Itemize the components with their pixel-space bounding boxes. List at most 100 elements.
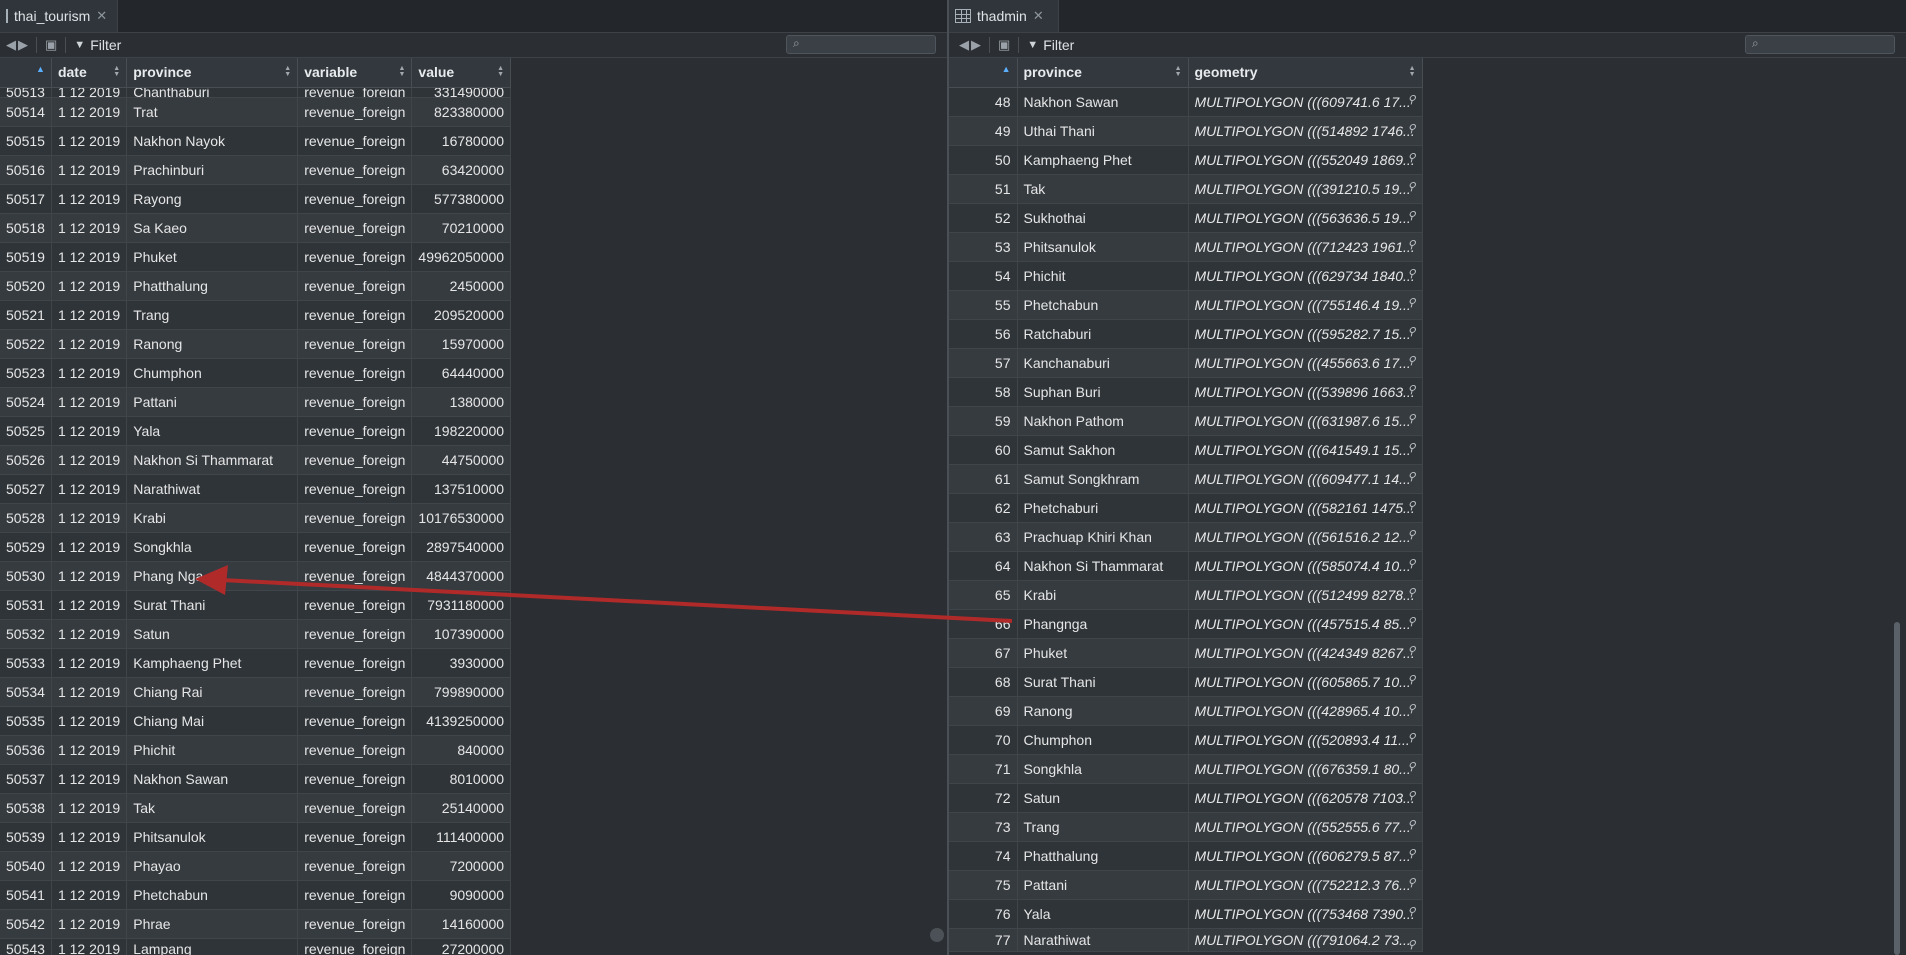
row-number[interactable]: 50541 [0,880,52,910]
province-cell[interactable]: Pattani [1017,870,1189,900]
table-row[interactable]: 74 Phatthalung MULTIPOLYGON (((606279.5 87… [949,841,1423,871]
column-header-date[interactable]: date ▲ ▼ [51,58,128,88]
table-row[interactable]: 67 Phuket MULTIPOLYGON (((424349 8267... ⚲ [949,638,1423,668]
geometry-cell[interactable]: MULTIPOLYGON (((609741.6 17... ⚲ [1188,87,1423,117]
province-cell[interactable]: Chumphon [126,358,299,388]
row-number[interactable]: 58 [949,377,1018,407]
row-number[interactable]: 48 [949,87,1018,117]
province-cell[interactable]: Satun [126,619,299,649]
province-cell[interactable]: Yala [126,416,299,446]
magnify-icon[interactable]: ⚲ [1407,412,1415,425]
geometry-cell[interactable]: MULTIPOLYGON (((755146.4 19... ⚲ [1188,290,1423,320]
row-number[interactable]: 55 [949,290,1018,320]
row-number[interactable]: 50524 [0,387,52,417]
province-cell[interactable]: Pattani [126,387,299,417]
province-cell[interactable]: Suphan Buri [1017,377,1189,407]
value-cell[interactable]: 840000 [411,735,512,765]
magnify-icon[interactable]: ⚲ [1407,93,1415,106]
table-row[interactable]: 52 Sukhothai MULTIPOLYGON (((563636.5 19..… [949,203,1423,233]
magnify-icon[interactable]: ⚲ [1407,847,1415,860]
table-row[interactable]: 48 Nakhon Sawan MULTIPOLYGON (((609741.6 1… [949,87,1423,117]
magnify-icon[interactable]: ⚲ [1407,818,1415,831]
province-cell[interactable]: Phangnga [1017,609,1189,639]
magnify-icon[interactable]: ⚲ [1407,702,1415,715]
value-cell[interactable]: 3930000 [411,648,512,678]
date-cell[interactable]: 1 12 2019 [51,155,128,185]
value-cell[interactable]: 799890000 [411,677,512,707]
forward-icon[interactable]: ▶ [18,37,28,53]
row-number[interactable]: 65 [949,580,1018,610]
value-cell[interactable]: 44750000 [411,445,512,475]
magnify-icon[interactable]: ⚲ [1407,238,1415,251]
variable-cell[interactable]: revenue_foreign [297,677,413,707]
geometry-cell[interactable]: MULTIPOLYGON (((753468 7390... ⚲ [1188,899,1423,929]
table-row[interactable]: 50541 1 12 2019 Phetchabun revenue_foreign 9… [0,880,512,910]
magnify-icon[interactable]: ⚲ [1407,615,1415,628]
province-cell[interactable]: Surat Thani [1017,667,1189,697]
geometry-cell[interactable]: MULTIPOLYGON (((605865.7 10... ⚲ [1188,667,1423,697]
close-icon[interactable]: ✕ [1033,8,1044,24]
column-header-geometry[interactable]: geometry ▲ ▼ [1188,58,1423,88]
row-number[interactable]: 73 [949,812,1018,842]
table-row[interactable]: 50525 1 12 2019 Yala revenue_foreign 1982200… [0,416,512,446]
row-number[interactable]: 69 [949,696,1018,726]
table-row[interactable]: 50527 1 12 2019 Narathiwat revenue_foreign 1… [0,474,512,504]
row-number[interactable]: 77 [949,928,1018,952]
date-cell[interactable]: 1 12 2019 [51,503,128,533]
table-row[interactable]: 50534 1 12 2019 Chiang Rai revenue_foreign 7… [0,677,512,707]
date-cell[interactable]: 1 12 2019 [51,126,128,156]
province-cell[interactable]: Narathiwat [1017,928,1189,952]
province-cell[interactable]: Phichit [126,735,299,765]
value-cell[interactable]: 4844370000 [411,561,512,591]
table-row[interactable]: 55 Phetchabun MULTIPOLYGON (((755146.4 19.… [949,290,1423,320]
province-cell[interactable]: Sa Kaeo [126,213,299,243]
row-number[interactable]: 54 [949,261,1018,291]
table-row[interactable]: 50521 1 12 2019 Trang revenue_foreign 209520… [0,300,512,330]
geometry-cell[interactable]: MULTIPOLYGON (((563636.5 19... ⚲ [1188,203,1423,233]
table-row[interactable]: 50522 1 12 2019 Ranong revenue_foreign 15970… [0,329,512,359]
province-cell[interactable]: Phuket [126,242,299,272]
table-row[interactable]: 50515 1 12 2019 Nakhon Nayok revenue_foreig… [0,126,512,156]
geometry-cell[interactable]: MULTIPOLYGON (((609477.1 14... ⚲ [1188,464,1423,494]
magnify-icon[interactable]: ⚲ [1407,383,1415,396]
geometry-cell[interactable]: MULTIPOLYGON (((631987.6 15... ⚲ [1188,406,1423,436]
magnify-icon[interactable]: ⚲ [1407,470,1415,483]
date-cell[interactable]: 1 12 2019 [51,619,128,649]
province-cell[interactable]: Sukhothai [1017,203,1189,233]
province-cell[interactable]: Chanthaburi [126,87,299,98]
table-row[interactable]: 50531 1 12 2019 Surat Thani revenue_foreign… [0,590,512,620]
row-number[interactable]: 61 [949,464,1018,494]
geometry-cell[interactable]: MULTIPOLYGON (((629734 1840... ⚲ [1188,261,1423,291]
variable-cell[interactable]: revenue_foreign [297,213,413,243]
row-number[interactable]: 50521 [0,300,52,330]
province-cell[interactable]: Nakhon Sawan [126,764,299,794]
table-row[interactable]: 64 Nakhon Si Thammarat MULTIPOLYGON (((585… [949,551,1423,581]
date-cell[interactable]: 1 12 2019 [51,184,128,214]
date-cell[interactable]: 1 12 2019 [51,358,128,388]
forward-icon[interactable]: ▶ [971,37,981,53]
table-row[interactable]: 50533 1 12 2019 Kamphaeng Phet revenue_fore… [0,648,512,678]
date-cell[interactable]: 1 12 2019 [51,242,128,272]
province-cell[interactable]: Rayong [126,184,299,214]
table-row[interactable]: 50526 1 12 2019 Nakhon Si Thammarat revenue… [0,445,512,475]
tab-thai-tourism[interactable]: thai_tourism ✕ [0,0,118,32]
table-row[interactable]: 50 Kamphaeng Phet MULTIPOLYGON (((552049 1… [949,145,1423,175]
row-number[interactable]: 50530 [0,561,52,591]
magnify-icon[interactable]: ⚲ [1407,644,1415,657]
table-row[interactable]: 69 Ranong MULTIPOLYGON (((428965.4 10... ⚲ [949,696,1423,726]
row-number[interactable]: 63 [949,522,1018,552]
value-cell[interactable]: 9090000 [411,880,512,910]
province-cell[interactable]: Kamphaeng Phet [126,648,299,678]
table-row[interactable]: 61 Samut Songkhram MULTIPOLYGON (((609477.… [949,464,1423,494]
date-cell[interactable]: 1 12 2019 [51,474,128,504]
variable-cell[interactable]: revenue_foreign [297,735,413,765]
variable-cell[interactable]: revenue_foreign [297,184,413,214]
province-cell[interactable]: Phichit [1017,261,1189,291]
variable-cell[interactable]: revenue_foreign [297,909,413,939]
province-cell[interactable]: Krabi [126,503,299,533]
value-cell[interactable]: 7200000 [411,851,512,881]
filter-button[interactable]: ▼ Filter [74,37,121,53]
province-cell[interactable]: Ranong [126,329,299,359]
row-number[interactable]: 50540 [0,851,52,881]
right-scrollbar[interactable] [1890,90,1904,955]
